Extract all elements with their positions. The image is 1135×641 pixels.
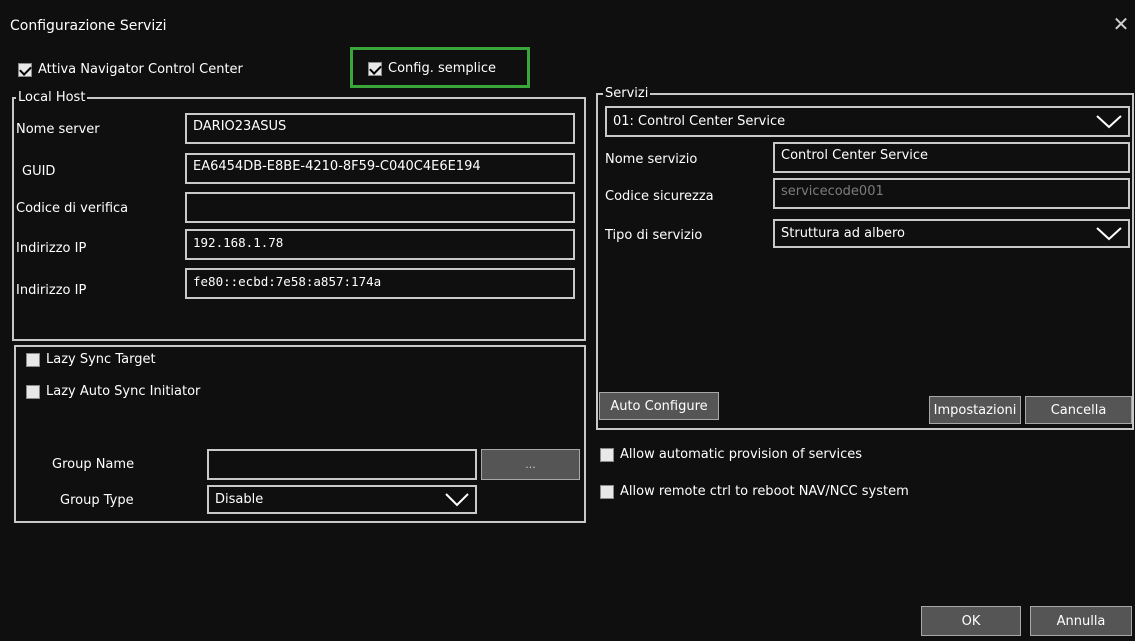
group-type-value: Disable xyxy=(215,492,264,507)
allow-provision-checkbox[interactable]: Allow automatic provision of services xyxy=(600,447,862,462)
selected-service-value: 01: Control Center Service xyxy=(613,114,786,129)
indirizzo-ip-v6-field[interactable]: fe80::ecbd:7e58:a857:174a xyxy=(185,268,575,299)
close-icon[interactable]: ✕ xyxy=(1109,12,1133,36)
annulla-button[interactable]: Annulla xyxy=(1030,606,1132,636)
auto-configure-button[interactable]: Auto Configure xyxy=(599,392,719,420)
chevron-down-icon xyxy=(1096,226,1122,240)
nome-server-field[interactable]: DARIO23ASUS xyxy=(185,113,575,144)
codice-verifica-label: Codice di verifica xyxy=(16,201,129,216)
cancella-button[interactable]: Cancella xyxy=(1025,396,1132,424)
guid-field[interactable]: EA6454DB-E8BE-4210-8F59-C040C4E6E194 xyxy=(185,153,575,184)
checkbox-icon[interactable] xyxy=(600,447,614,462)
config-semplice-label: Config. semplice xyxy=(388,61,497,76)
chevron-down-icon xyxy=(445,492,469,506)
allow-provision-label: Allow automatic provision of services xyxy=(620,447,862,462)
checkbox-icon[interactable] xyxy=(368,61,382,76)
allow-reboot-checkbox[interactable]: Allow remote ctrl to reboot NAV/NCC syst… xyxy=(600,484,909,499)
group-type-label: Group Type xyxy=(60,493,134,508)
servizi-legend: Servizi xyxy=(603,86,651,101)
window-title: Configurazione Servizi xyxy=(10,18,167,34)
lazy-auto-sync-label: Lazy Auto Sync Initiator xyxy=(46,384,201,399)
indirizzo-ip-label: Indirizzo IP xyxy=(16,241,87,256)
tipo-servizio-value: Struttura ad albero xyxy=(781,226,906,241)
indirizzo-ip-field[interactable]: 192.168.1.78 xyxy=(185,229,575,260)
allow-reboot-label: Allow remote ctrl to reboot NAV/NCC syst… xyxy=(620,484,909,499)
checkbox-icon[interactable] xyxy=(18,62,32,77)
tipo-servizio-dropdown[interactable]: Struttura ad albero xyxy=(773,219,1130,248)
chevron-down-icon xyxy=(1096,114,1122,128)
codice-sicurezza-field[interactable]: servicecode001 xyxy=(773,178,1130,209)
config-semplice-checkbox[interactable]: Config. semplice xyxy=(368,61,496,76)
codice-verifica-field[interactable] xyxy=(185,192,575,223)
lazy-sync-target-checkbox[interactable]: Lazy Sync Target xyxy=(26,352,156,367)
group-browse-button[interactable]: ... xyxy=(481,449,580,480)
group-name-label: Group Name xyxy=(52,457,135,472)
ok-button[interactable]: OK xyxy=(921,606,1021,636)
service-select-dropdown[interactable]: 01: Control Center Service xyxy=(605,106,1130,137)
attiva-ncc-checkbox[interactable]: Attiva Navigator Control Center xyxy=(18,62,243,77)
tipo-servizio-label: Tipo di servizio xyxy=(605,228,703,243)
indirizzo-ip-v6-label: Indirizzo IP xyxy=(16,283,87,298)
guid-label: GUID xyxy=(22,164,56,179)
group-name-field[interactable] xyxy=(207,449,477,480)
checkbox-icon[interactable] xyxy=(26,352,40,367)
group-type-dropdown[interactable]: Disable xyxy=(207,485,477,514)
attiva-ncc-label: Attiva Navigator Control Center xyxy=(38,62,243,77)
checkbox-icon[interactable] xyxy=(26,384,40,399)
codice-sicurezza-label: Codice sicurezza xyxy=(605,189,714,204)
nome-servizio-label: Nome servizio xyxy=(605,152,698,167)
lazy-sync-target-label: Lazy Sync Target xyxy=(46,352,156,367)
nome-servizio-field[interactable]: Control Center Service xyxy=(773,142,1130,173)
lazy-auto-sync-checkbox[interactable]: Lazy Auto Sync Initiator xyxy=(26,384,200,399)
checkbox-icon[interactable] xyxy=(600,484,614,499)
impostazioni-button[interactable]: Impostazioni xyxy=(929,396,1021,424)
local-host-legend: Local Host xyxy=(16,90,88,105)
nome-server-label: Nome server xyxy=(16,122,100,137)
